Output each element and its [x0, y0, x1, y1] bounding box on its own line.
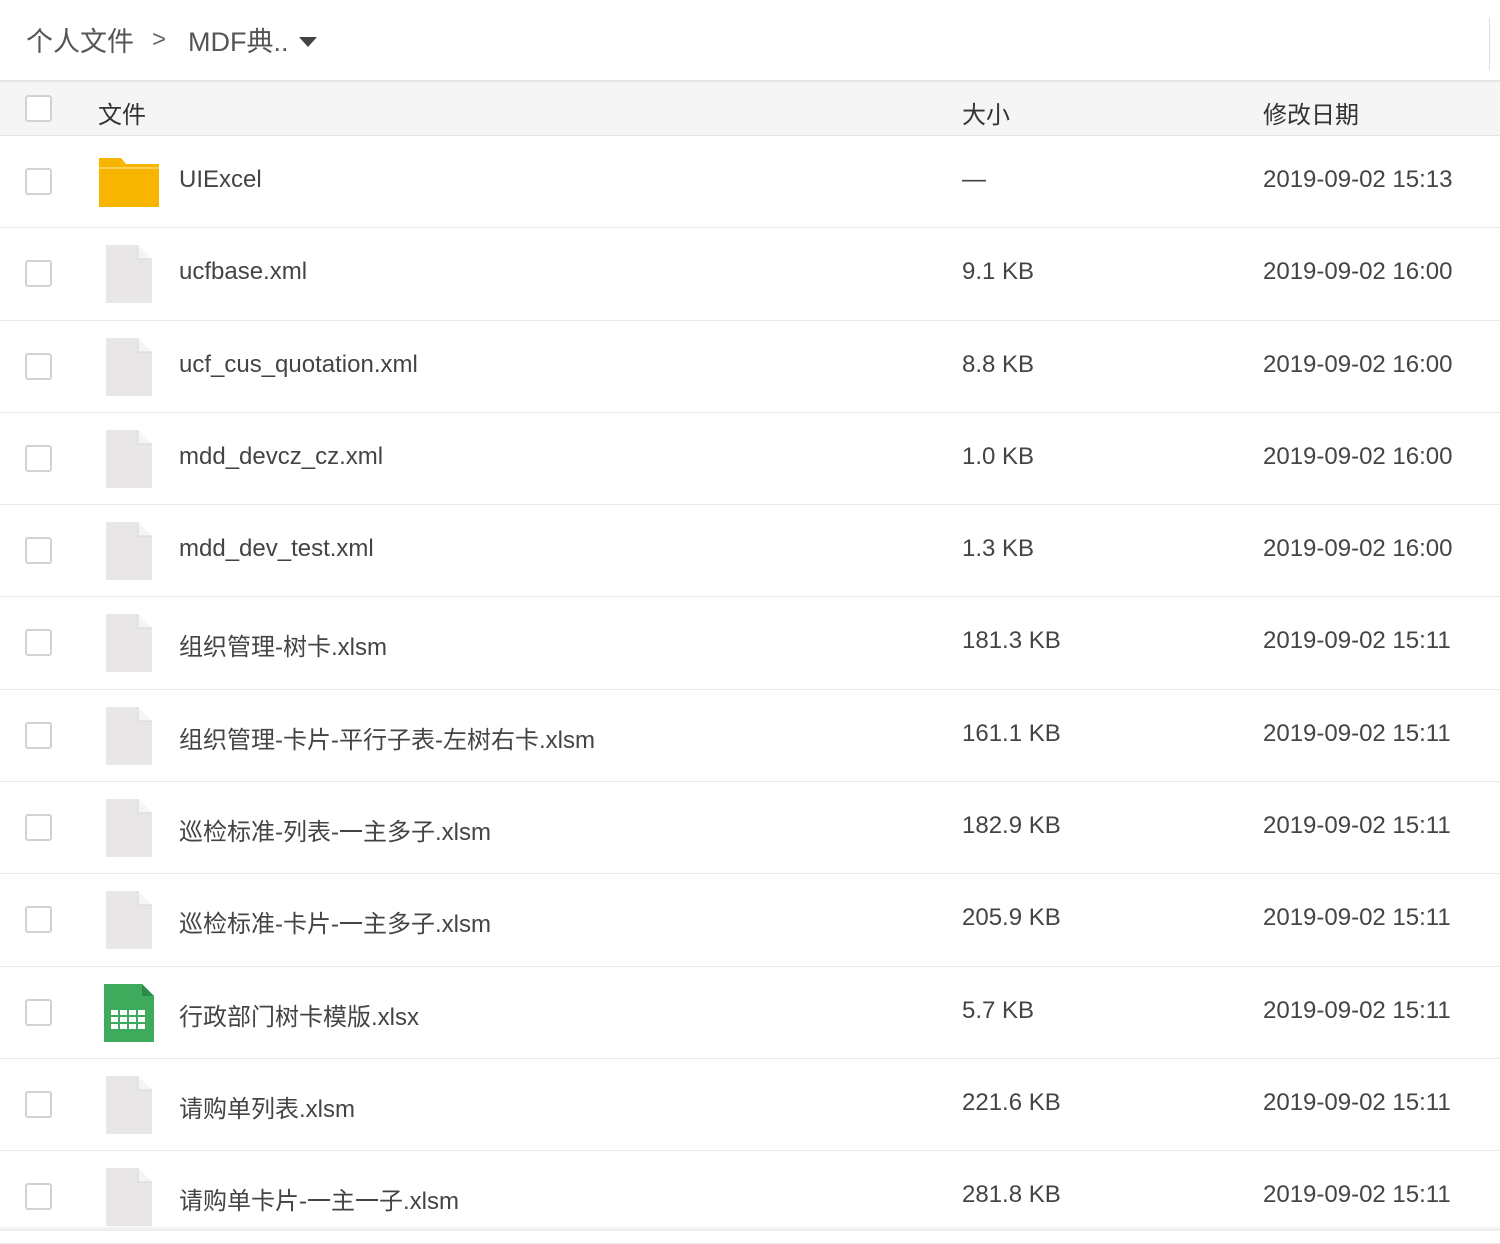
file-size: 5.7 KB — [962, 996, 1035, 1024]
table-row[interactable]: mdd_dev_test.xml 1.3 KB 2019-09-02 16:00 — [0, 505, 1500, 598]
table-row[interactable]: 请购单列表.xlsm 221.6 KB 2019-09-02 15:11 — [0, 1058, 1500, 1152]
file-size: 1.3 KB — [962, 535, 1035, 563]
folder-icon — [98, 151, 160, 213]
scroll-shadow — [0, 1225, 1500, 1231]
file-name[interactable]: UIExcel — [179, 166, 262, 194]
breadcrumb-bar: 个人文件 > MDF典.. — [0, 0, 1500, 82]
file-name[interactable]: 请购单列表.xlsm — [179, 1089, 355, 1124]
file-modified-date: 2019-09-02 15:11 — [1263, 1181, 1451, 1209]
table-row[interactable]: ucf_cus_quotation.xml 8.8 KB 2019-09-02 16… — [0, 320, 1500, 413]
file-modified-date: 2019-09-02 15:11 — [1263, 1088, 1451, 1116]
header-name[interactable]: 文件 — [98, 95, 146, 130]
file-size: 281.8 KB — [962, 1181, 1061, 1209]
file-size: 161.1 KB — [962, 719, 1061, 747]
header-modified[interactable]: 修改日期 — [1263, 95, 1359, 130]
file-modified-date: 2019-09-02 15:11 — [1263, 812, 1451, 840]
file-modified-date: 2019-09-02 15:11 — [1263, 904, 1451, 932]
row-checkbox[interactable] — [25, 168, 52, 195]
file-modified-date: 2019-09-02 16:00 — [1263, 350, 1453, 378]
file-list: UIExcel — 2019-09-02 15:13 ucfbase.xml 9.1 K… — [0, 136, 1500, 1244]
breadcrumb-current[interactable]: MDF典.. — [188, 20, 289, 59]
file-size: — — [962, 166, 986, 193]
document-icon — [98, 889, 160, 951]
row-checkbox[interactable] — [25, 721, 52, 749]
file-size: 1.0 KB — [962, 442, 1035, 470]
row-checkbox[interactable] — [25, 1183, 52, 1211]
file-name[interactable]: ucf_cus_quotation.xml — [179, 351, 418, 379]
row-checkbox[interactable] — [25, 998, 52, 1026]
file-name[interactable]: 行政部门树卡模版.xlsx — [179, 997, 419, 1032]
file-name[interactable]: 巡检标准-列表-一主多子.xlsm — [179, 812, 491, 847]
file-name[interactable]: 组织管理-树卡.xlsm — [179, 627, 387, 662]
document-icon — [98, 243, 160, 305]
table-header: 文件 大小 修改日期 — [0, 82, 1500, 136]
file-modified-date: 2019-09-02 15:13 — [1263, 166, 1453, 193]
table-row[interactable]: 行政部门树卡模版.xlsx 5.7 KB 2019-09-02 15:11 — [0, 966, 1500, 1059]
row-checkbox[interactable] — [25, 814, 52, 842]
table-row[interactable]: 组织管理-卡片-平行子表-左树右卡.xlsm 161.1 KB 2019-09-02… — [0, 689, 1500, 783]
breadcrumb: 个人文件 > MDF典.. — [26, 20, 317, 59]
caret-down-icon[interactable] — [298, 36, 317, 47]
row-checkbox[interactable] — [25, 629, 52, 657]
document-icon — [98, 612, 160, 674]
file-name[interactable]: mdd_devcz_cz.xml — [179, 443, 383, 471]
row-checkbox[interactable] — [25, 1090, 52, 1118]
document-icon — [98, 1074, 160, 1136]
document-icon — [98, 428, 160, 490]
file-modified-date: 2019-09-02 15:11 — [1263, 627, 1451, 655]
breadcrumb-root[interactable]: 个人文件 — [26, 20, 134, 59]
table-row[interactable]: UIExcel — 2019-09-02 15:13 — [0, 136, 1500, 229]
header-size[interactable]: 大小 — [962, 95, 1010, 130]
document-icon — [98, 336, 160, 398]
table-row[interactable]: mdd_devcz_cz.xml 1.0 KB 2019-09-02 16:00 — [0, 412, 1500, 506]
file-size: 205.9 KB — [962, 904, 1061, 932]
file-size: 8.8 KB — [962, 350, 1035, 378]
file-modified-date: 2019-09-02 15:11 — [1263, 996, 1451, 1024]
file-modified-date: 2019-09-02 16:00 — [1263, 442, 1453, 470]
file-modified-date: 2019-09-02 16:00 — [1263, 258, 1453, 286]
document-icon — [98, 1166, 160, 1228]
row-checkbox[interactable] — [25, 537, 52, 565]
file-size: 9.1 KB — [962, 258, 1035, 286]
row-checkbox[interactable] — [25, 352, 52, 380]
file-name[interactable]: ucfbase.xml — [179, 258, 307, 286]
file-name[interactable]: 组织管理-卡片-平行子表-左树右卡.xlsm — [179, 720, 595, 755]
divider — [1489, 18, 1490, 70]
file-size: 221.6 KB — [962, 1088, 1061, 1116]
file-name[interactable]: mdd_dev_test.xml — [179, 535, 374, 563]
table-row[interactable]: 巡检标准-卡片-一主多子.xlsm 205.9 KB 2019-09-02 15:1… — [0, 874, 1500, 967]
file-size: 181.3 KB — [962, 627, 1061, 655]
table-row[interactable]: ucfbase.xml 9.1 KB 2019-09-02 16:00 — [0, 228, 1500, 321]
row-checkbox[interactable] — [25, 260, 52, 288]
document-icon — [98, 705, 160, 767]
table-row[interactable]: 巡检标准-列表-一主多子.xlsm 182.9 KB 2019-09-02 15:1… — [0, 782, 1500, 875]
document-icon — [98, 520, 160, 582]
file-size: 182.9 KB — [962, 812, 1061, 840]
spreadsheet-icon — [98, 982, 160, 1044]
row-checkbox[interactable] — [25, 444, 52, 472]
file-modified-date: 2019-09-02 15:11 — [1263, 719, 1451, 747]
document-icon — [98, 797, 160, 859]
select-all-checkbox[interactable] — [25, 95, 52, 122]
row-checkbox[interactable] — [25, 906, 52, 934]
breadcrumb-separator: > — [152, 25, 167, 53]
file-name[interactable]: 巡检标准-卡片-一主多子.xlsm — [179, 904, 491, 939]
file-name[interactable]: 请购单卡片-一主一子.xlsm — [179, 1181, 459, 1216]
file-modified-date: 2019-09-02 16:00 — [1263, 535, 1453, 563]
table-row[interactable]: 组织管理-树卡.xlsm 181.3 KB 2019-09-02 15:11 — [0, 597, 1500, 690]
